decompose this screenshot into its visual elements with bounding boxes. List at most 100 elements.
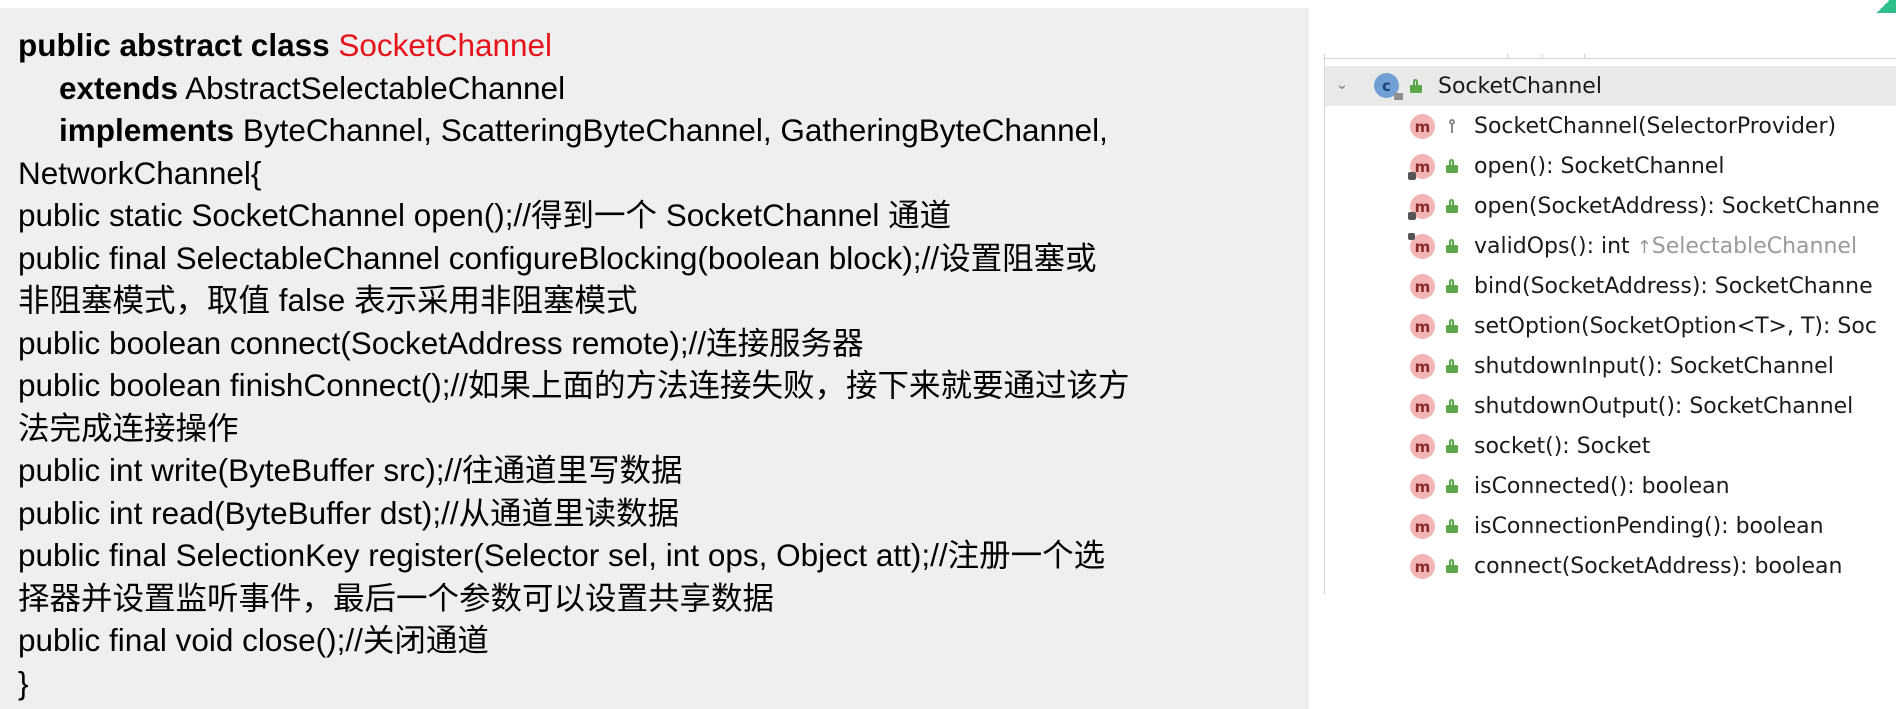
tree-node-method[interactable]: m SocketChannel(SelectorProvider)	[1325, 106, 1896, 146]
tree-node-class[interactable]: ⌄ c SocketChannel	[1325, 66, 1896, 106]
method-signature: SocketChannel(SelectorProvider)	[1474, 113, 1837, 139]
keyword-implements: implements	[59, 112, 235, 148]
code-line: public int read(ByteBuffer dst);//从通道里读数…	[18, 494, 680, 531]
tree-node-method[interactable]: m bind(SocketAddress): SocketChanne	[1325, 266, 1896, 306]
tree-node-method[interactable]: m setOption(SocketOption<T>, T): Soc	[1325, 306, 1896, 346]
method-icon: m	[1410, 114, 1435, 139]
method-label: bind(SocketAddress): SocketChanne	[1474, 274, 1873, 299]
protected-key-icon	[1446, 119, 1458, 133]
code-line: public boolean finishConnect();//如果上面的方法…	[18, 367, 1130, 403]
code-line: 法完成连接操作	[18, 409, 239, 446]
method-icon: m	[1410, 434, 1435, 459]
inherited-from-hint: SelectableChannel	[1651, 233, 1858, 259]
method-label: shutdownInput(): SocketChannel	[1474, 354, 1834, 379]
structure-toolbar-edge	[1325, 54, 1896, 59]
method-icon: m	[1408, 154, 1435, 180]
tree-node-method[interactable]: m open(SocketAddress): SocketChanne	[1325, 186, 1896, 226]
method-label: validOps(): int ↑SelectableChannel	[1474, 234, 1857, 259]
method-icon-letter: m	[1414, 317, 1431, 336]
code-line: 非阻塞模式，取值 false 表示采用非阻塞模式	[18, 282, 638, 318]
method-label: open(SocketAddress): SocketChanne	[1474, 194, 1880, 219]
method-icon-letter: m	[1414, 557, 1431, 576]
class-icon-letter: c	[1382, 76, 1391, 95]
up-arrow-icon: ↑	[1636, 236, 1652, 258]
final-badge-icon	[1408, 233, 1415, 240]
method-label: setOption(SocketOption<T>, T): Soc	[1474, 314, 1877, 339]
method-icon-letter: m	[1414, 197, 1431, 216]
code-line: public boolean connect(SocketAddress rem…	[18, 324, 864, 361]
method-signature: isConnectionPending(): boolean	[1474, 513, 1824, 539]
code-line: public final void close();//关闭通道	[18, 622, 489, 658]
keyword-extends: extends	[59, 69, 179, 106]
public-lock-icon	[1446, 239, 1458, 253]
method-icon-letter: m	[1414, 237, 1431, 256]
class-declaration-line: public abstract class SocketChannel	[18, 24, 1309, 67]
tree-node-method[interactable]: m validOps(): int ↑SelectableChannel	[1325, 226, 1896, 266]
structure-panel: ⌄ c SocketChannel m SocketChannel(Selecto…	[1324, 54, 1896, 594]
method-label: isConnected(): boolean	[1474, 474, 1730, 499]
method-icon: m	[1408, 194, 1435, 220]
toolbar-divider	[1507, 54, 1508, 58]
method-icon-letter: m	[1414, 397, 1431, 416]
public-lock-icon	[1446, 319, 1458, 333]
public-lock-icon	[1446, 399, 1458, 413]
method-icon-letter: m	[1414, 437, 1431, 456]
method-icon: m	[1410, 274, 1435, 299]
code-listing: public abstract class SocketChannel exte…	[0, 8, 1309, 709]
keyword-public-abstract-class: public abstract class	[18, 27, 330, 63]
tree-node-method[interactable]: m isConnected(): boolean	[1325, 466, 1896, 506]
public-lock-icon	[1446, 479, 1458, 493]
static-badge-icon	[1408, 172, 1416, 180]
method-icon: m	[1410, 314, 1435, 339]
method-signature: setOption(SocketOption<T>, T): Soc	[1474, 313, 1877, 339]
public-lock-icon	[1446, 199, 1458, 213]
method-icon: m	[1410, 474, 1435, 499]
method-signature: shutdownOutput(): SocketChannel	[1474, 393, 1854, 419]
method-label: socket(): Socket	[1474, 434, 1650, 459]
method-icon-letter: m	[1414, 157, 1431, 176]
method-label: connect(SocketAddress): boolean	[1474, 554, 1842, 579]
public-lock-icon	[1446, 559, 1458, 573]
method-icon: m	[1410, 354, 1435, 379]
extends-line: extends AbstractSelectableChannel	[18, 67, 1309, 110]
method-signature: connect(SocketAddress): boolean	[1474, 553, 1843, 579]
superclass-name: AbstractSelectableChannel	[185, 69, 566, 106]
method-label: isConnectionPending(): boolean	[1474, 514, 1824, 539]
method-signature: open(SocketAddress): SocketChanne	[1474, 193, 1880, 219]
chevron-down-icon[interactable]: ⌄	[1335, 75, 1349, 93]
method-icon-letter: m	[1414, 117, 1431, 136]
public-lock-icon	[1410, 79, 1422, 93]
tree-node-method[interactable]: m connect(SocketAddress): boolean	[1325, 546, 1896, 586]
toolbar-divider	[1584, 54, 1585, 58]
tree-node-method[interactable]: m shutdownInput(): SocketChannel	[1325, 346, 1896, 386]
method-icon-letter: m	[1414, 277, 1431, 296]
class-icon: c	[1374, 73, 1403, 100]
static-badge-icon	[1408, 212, 1416, 220]
method-signature: shutdownInput(): SocketChannel	[1474, 353, 1834, 379]
code-line: public static SocketChannel open();//得到一…	[18, 197, 952, 233]
method-signature: open(): SocketChannel	[1474, 153, 1725, 179]
method-icon: m	[1410, 514, 1435, 539]
method-signature: socket(): Socket	[1474, 433, 1651, 459]
code-line: }	[18, 664, 29, 701]
method-icon-letter: m	[1414, 517, 1431, 536]
code-line: NetworkChannel{	[18, 154, 262, 191]
tree-node-method[interactable]: m shutdownOutput(): SocketChannel	[1325, 386, 1896, 426]
tree-node-method[interactable]: m open(): SocketChannel	[1325, 146, 1896, 186]
method-label: shutdownOutput(): SocketChannel	[1474, 394, 1853, 419]
method-signature: validOps(): int	[1474, 233, 1637, 259]
tree-node-method[interactable]: m isConnectionPending(): boolean	[1325, 506, 1896, 546]
method-label: open(): SocketChannel	[1474, 154, 1724, 179]
implements-line: implements ByteChannel, ScatteringByteCh…	[18, 109, 1309, 152]
public-lock-icon	[1446, 359, 1458, 373]
lock-badge-icon	[1394, 93, 1403, 100]
method-icon: m	[1410, 554, 1435, 579]
public-lock-icon	[1446, 439, 1458, 453]
tree-node-method[interactable]: m socket(): Socket	[1325, 426, 1896, 466]
public-lock-icon	[1446, 279, 1458, 293]
class-node-label: SocketChannel	[1438, 73, 1602, 99]
method-label: SocketChannel(SelectorProvider)	[1474, 114, 1836, 139]
public-lock-icon	[1446, 159, 1458, 173]
method-icon: m	[1408, 233, 1435, 259]
method-icon-letter: m	[1414, 477, 1431, 496]
